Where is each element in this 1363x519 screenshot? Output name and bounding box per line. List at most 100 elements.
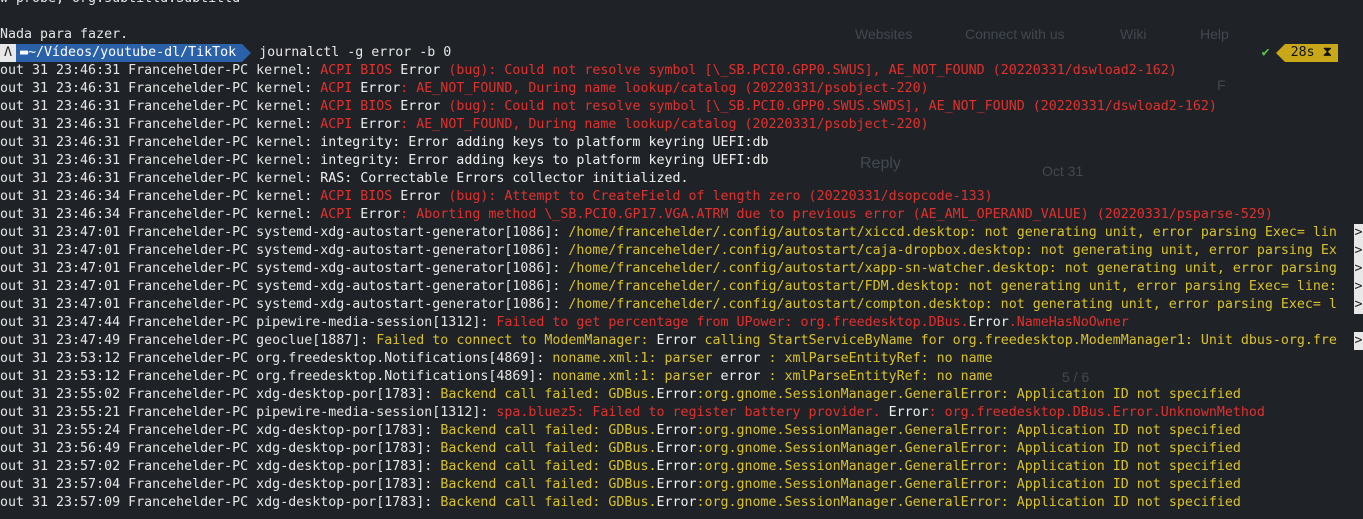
log-message-segment: error [720, 369, 761, 384]
log-message-segment: /home/francehelder/.config/autostart/caj… [568, 243, 1337, 258]
log-line: out 31 23:57:04 Francehelder-PC xdg-desk… [0, 476, 1363, 494]
log-prefix: out 31 23:57:02 Francehelder-PC xdg-desk… [0, 459, 441, 474]
log-message-segment: noname.xml:1: parser [552, 369, 721, 384]
log-message-segment: Backend call failed: GDBus. [440, 477, 657, 492]
log-message-segment: Error [360, 117, 401, 132]
log-line: out 31 23:46:31 Francehelder-PC kernel: … [0, 170, 1363, 188]
log-line: out 31 23:47:49 Francehelder-PC geoclue[… [0, 332, 1363, 350]
log-message-segment: : Aborting method \_SB.PCI0.GP17.VGA.ATR… [400, 207, 1273, 222]
log-prefix: out 31 23:46:31 Francehelder-PC kernel: [0, 63, 321, 78]
log-line: out 31 23:53:12 Francehelder-PC org.free… [0, 350, 1363, 368]
log-message-segment: :org.gnome.SessionManager.GeneralError: … [696, 495, 1241, 510]
log-line: out 31 23:57:02 Francehelder-PC xdg-desk… [0, 458, 1363, 476]
log-prefix: out 31 23:53:12 Francehelder-PC org.free… [0, 369, 553, 384]
log-message-segment: Failed to connect to ModemManager: [376, 333, 657, 348]
truncation-indicator-icon: > [1354, 260, 1363, 278]
log-prefix: out 31 23:46:31 Francehelder-PC kernel: [0, 99, 321, 114]
hourglass-icon: ⧗ [1322, 45, 1332, 60]
log-line: out 31 23:46:31 Francehelder-PC kernel: … [0, 134, 1363, 152]
log-message-segment: .NameHasNoOwner [1008, 315, 1129, 330]
log-line: out 31 23:53:12 Francehelder-PC org.free… [0, 368, 1363, 386]
status-separator-icon [1275, 44, 1285, 62]
log-prefix: out 31 23:46:31 Francehelder-PC kernel: [0, 171, 321, 186]
log-message-segment: :org.gnome.SessionManager.GeneralError: … [696, 387, 1241, 402]
truncation-indicator-icon: > [1354, 332, 1363, 350]
log-message-segment: spa.bluez5: Failed to register battery p… [496, 405, 889, 420]
log-message-segment: Failed to get percentage from UPower: or… [496, 315, 969, 330]
truncation-indicator-icon: > [1354, 224, 1363, 242]
log-line: out 31 23:46:34 Francehelder-PC kernel: … [0, 188, 1363, 206]
log-message-segment: Backend call failed: GDBus. [440, 441, 657, 456]
log-line: out 31 23:46:31 Francehelder-PC kernel: … [0, 62, 1363, 80]
log-line: out 31 23:46:31 Francehelder-PC kernel: … [0, 80, 1363, 98]
log-line: out 31 23:47:01 Francehelder-PC systemd-… [0, 260, 1363, 278]
journal-log: out 31 23:46:31 Francehelder-PC kernel: … [0, 62, 1363, 512]
log-prefix: out 31 23:47:01 Francehelder-PC systemd-… [0, 261, 569, 276]
log-line: out 31 23:55:21 Francehelder-PC pipewire… [0, 404, 1363, 422]
log-message-segment: :org.gnome.SessionManager.GeneralError: … [696, 477, 1241, 492]
current-directory: ▬ ~/Vídeos/youtube-dl/TikTok [16, 44, 243, 62]
log-message-segment: /home/francehelder/.config/autostart/com… [568, 297, 1337, 312]
log-message-segment: Error [968, 315, 1009, 330]
log-line: out 31 23:46:31 Francehelder-PC kernel: … [0, 152, 1363, 170]
log-prefix: out 31 23:46:34 Francehelder-PC kernel: [0, 207, 321, 222]
previous-output-line: w-probe, org.subtitld.Subtitld [0, 0, 1363, 8]
log-message-segment: Backend call failed: GDBus. [440, 387, 657, 402]
linux-penguin-icon: Λ [0, 44, 17, 62]
log-prefix: out 31 23:55:21 Francehelder-PC pipewire… [0, 405, 497, 420]
log-message-segment: Error [360, 207, 401, 222]
log-message-segment: : org.freedesktop.DBus.Error.UnknownMeth… [928, 405, 1265, 420]
log-prefix: out 31 23:46:31 Francehelder-PC kernel: [0, 153, 321, 168]
log-message-segment: ACPI [320, 207, 361, 222]
log-line: out 31 23:56:49 Francehelder-PC xdg-desk… [0, 440, 1363, 458]
log-message-segment: ACPI BIOS [320, 99, 401, 114]
directory-path: ~/Vídeos/youtube-dl/TikTok [28, 45, 237, 60]
log-message-segment: Error [656, 333, 697, 348]
log-message-segment: Error [360, 81, 401, 96]
log-message-segment: ACPI [320, 81, 361, 96]
log-line: out 31 23:47:44 Francehelder-PC pipewire… [0, 314, 1363, 332]
log-message-segment: Backend call failed: GDBus. [440, 423, 657, 438]
log-message-segment: : xmlParseEntityRef: no name [760, 351, 993, 366]
log-message-segment: (bug): Could not resolve symbol [\_SB.PC… [440, 99, 1217, 114]
log-prefix: out 31 23:55:24 Francehelder-PC xdg-desk… [0, 423, 441, 438]
log-message-segment: Error [400, 63, 441, 78]
log-message-segment: Error [888, 405, 929, 420]
log-message-segment: error [720, 351, 761, 366]
truncation-indicator-icon: > [1354, 242, 1363, 260]
log-message-segment: /home/francehelder/.config/autostart/xic… [568, 225, 1337, 240]
log-message-segment: Error [656, 387, 697, 402]
log-message-segment: (bug): Could not resolve symbol [\_SB.PC… [440, 63, 1177, 78]
log-prefix: out 31 23:47:01 Francehelder-PC systemd-… [0, 279, 569, 294]
log-prefix: out 31 23:57:09 Francehelder-PC xdg-desk… [0, 495, 441, 510]
prompt-separator-icon [242, 44, 252, 62]
log-message-segment: Error [656, 495, 697, 510]
log-line: out 31 23:47:01 Francehelder-PC systemd-… [0, 242, 1363, 260]
log-message-segment: Error [656, 459, 697, 474]
log-message-segment: Error [656, 441, 697, 456]
log-prefix: out 31 23:46:31 Francehelder-PC kernel: [0, 117, 321, 132]
log-prefix: out 31 23:47:01 Francehelder-PC systemd-… [0, 243, 569, 258]
log-message-segment: /home/francehelder/.config/autostart/FDM… [568, 279, 1337, 294]
log-prefix: out 31 23:55:02 Francehelder-PC xdg-desk… [0, 387, 441, 402]
log-prefix: out 31 23:47:01 Francehelder-PC systemd-… [0, 297, 569, 312]
log-prefix: out 31 23:56:49 Francehelder-PC xdg-desk… [0, 441, 441, 456]
log-prefix: out 31 23:46:31 Francehelder-PC kernel: [0, 81, 321, 96]
log-message-segment: calling StartServiceByName for org.freed… [696, 333, 1337, 348]
log-prefix: out 31 23:47:49 Francehelder-PC geoclue[… [0, 333, 377, 348]
truncation-indicator-icon: > [1354, 296, 1363, 314]
prompt-status: ✔ 28s ⧗ [1255, 44, 1338, 62]
log-line: out 31 23:47:01 Francehelder-PC systemd-… [0, 296, 1363, 314]
log-message-segment: ACPI [320, 117, 361, 132]
log-line: out 31 23:55:24 Francehelder-PC xdg-desk… [0, 422, 1363, 440]
log-message-segment: : xmlParseEntityRef: no name [760, 369, 993, 384]
success-check-icon: ✔ [1255, 44, 1276, 62]
elapsed-value: 28s [1290, 45, 1315, 60]
log-message-segment: :org.gnome.SessionManager.GeneralError: … [696, 423, 1241, 438]
terminal-window[interactable]: w-probe, org.subtitld.Subtitld Nada para… [0, 0, 1363, 512]
command-text: journalctl -g error -b 0 [259, 45, 452, 60]
log-line: out 31 23:46:31 Francehelder-PC kernel: … [0, 98, 1363, 116]
log-message-segment: Error [400, 99, 441, 114]
log-prefix: out 31 23:53:12 Francehelder-PC org.free… [0, 351, 553, 366]
